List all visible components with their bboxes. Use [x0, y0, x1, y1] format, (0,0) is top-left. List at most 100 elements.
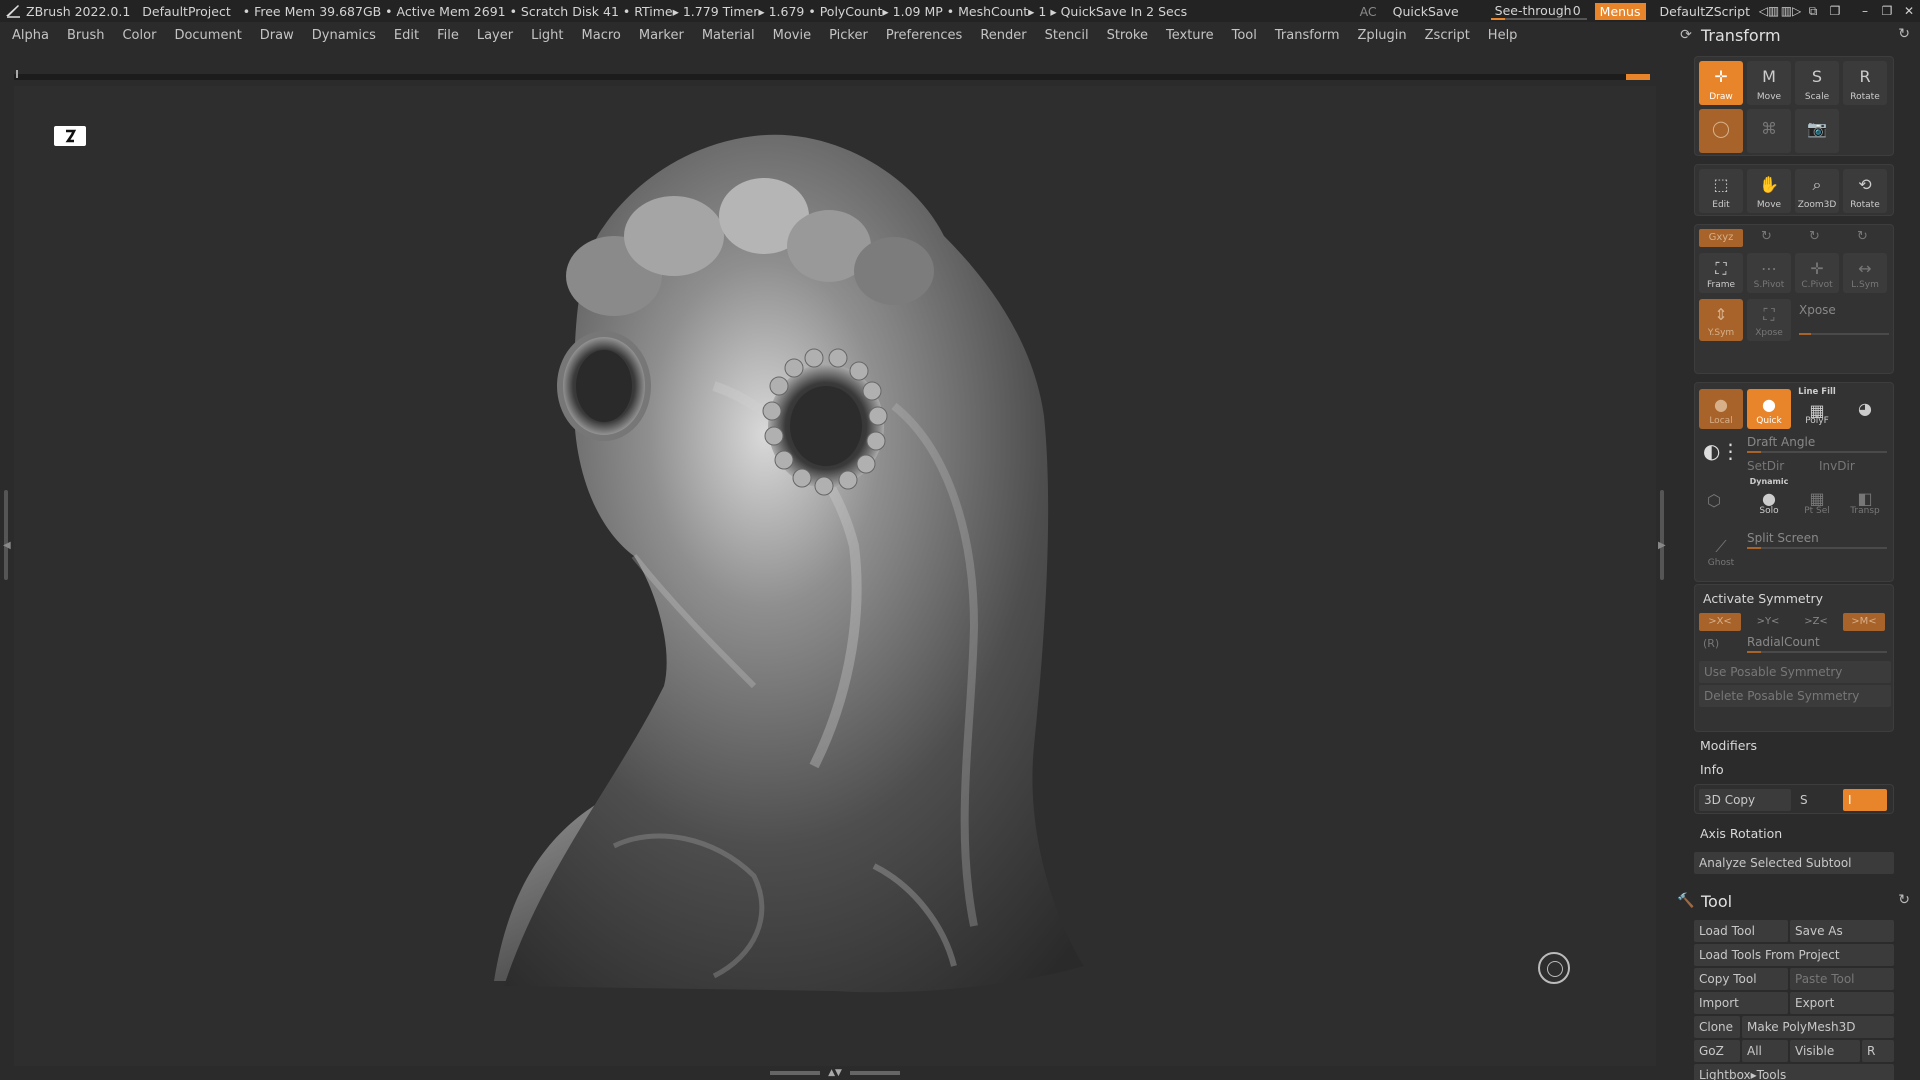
right-tray-handle[interactable]: [1660, 490, 1664, 580]
radial-count-slider[interactable]: RadialCount: [1747, 633, 1887, 655]
timeline-marker[interactable]: [1626, 74, 1650, 80]
cube-icon[interactable]: ⬡: [1707, 491, 1721, 510]
radial-r-button[interactable]: (R): [1703, 637, 1719, 650]
zoom3d-button[interactable]: ⌕ Zoom3D: [1795, 169, 1839, 213]
y-rotation-icon[interactable]: ↻: [1761, 229, 1772, 244]
export-button[interactable]: Export: [1790, 992, 1894, 1014]
symmetry-z-button[interactable]: >Z<: [1795, 613, 1837, 631]
rotate-button[interactable]: R Rotate: [1843, 61, 1887, 105]
symmetry-x-button[interactable]: >X<: [1699, 613, 1741, 631]
menu-color[interactable]: Color: [122, 28, 156, 43]
menu-document[interactable]: Document: [174, 28, 241, 43]
menu-layer[interactable]: Layer: [477, 28, 513, 43]
quicksave-button[interactable]: QuickSave: [1385, 4, 1467, 19]
menu-render[interactable]: Render: [980, 28, 1026, 43]
layout-right-icon[interactable]: ▥▷: [1780, 4, 1802, 18]
cpivot-button[interactable]: ✛ C.Pivot: [1795, 253, 1839, 293]
left-tray-arrow-icon[interactable]: ◀: [3, 540, 11, 551]
close-icon[interactable]: ✕: [1898, 4, 1920, 18]
gizmo-toggle-button[interactable]: ◯: [1699, 109, 1743, 153]
goz-r-button[interactable]: R: [1862, 1040, 1894, 1062]
goz-all-button[interactable]: All: [1742, 1040, 1788, 1062]
split-screen-slider[interactable]: Split Screen: [1747, 529, 1887, 551]
edit-gizmo-button[interactable]: ⌘: [1747, 109, 1791, 153]
menu-movie[interactable]: Movie: [773, 28, 811, 43]
tool-palette-header[interactable]: 🔨 Tool ↻: [1670, 888, 1920, 914]
transform-palette-header[interactable]: ⟳ Transform ↻: [1670, 22, 1920, 48]
quick-button[interactable]: ● Quick: [1747, 389, 1791, 429]
left-tray-handle[interactable]: [4, 490, 8, 580]
minimize-icon[interactable]: –: [1854, 4, 1876, 18]
goz-button[interactable]: GoZ: [1694, 1040, 1740, 1062]
move-button[interactable]: M Move: [1747, 61, 1791, 105]
draft-angle-slider[interactable]: Draft Angle: [1747, 433, 1887, 455]
spivot-button[interactable]: ⋯ S.Pivot: [1747, 253, 1791, 293]
ac-button[interactable]: AC: [1352, 4, 1385, 19]
symmetry-y-button[interactable]: >Y<: [1747, 613, 1789, 631]
edit-button[interactable]: ⬚ Edit: [1699, 169, 1743, 213]
transp-button[interactable]: ◧ Transp: [1843, 481, 1887, 519]
polyf-button[interactable]: Line Fill ▦ PolyF: [1795, 387, 1839, 429]
make-polymesh3d-button[interactable]: Make PolyMesh3D: [1742, 1016, 1894, 1038]
info-subpalette[interactable]: Info: [1694, 758, 1724, 780]
scale-button[interactable]: S Scale: [1795, 61, 1839, 105]
window-stack-icon[interactable]: ⧉: [1802, 4, 1824, 19]
menu-alpha[interactable]: Alpha: [12, 28, 49, 43]
copy3d-button[interactable]: 3D Copy: [1699, 789, 1791, 811]
bottom-tray-handle[interactable]: ▲▼: [770, 1068, 900, 1078]
load-tools-from-project-button[interactable]: Load Tools From Project: [1694, 944, 1894, 966]
menu-help[interactable]: Help: [1488, 28, 1518, 43]
default-zscript[interactable]: DefaultZScript: [1652, 4, 1759, 19]
menu-preferences[interactable]: Preferences: [886, 28, 962, 43]
menu-light[interactable]: Light: [531, 28, 563, 43]
copy3d-i-button[interactable]: I: [1843, 789, 1887, 811]
menu-edit[interactable]: Edit: [394, 28, 419, 43]
menu-marker[interactable]: Marker: [639, 28, 684, 43]
menu-file[interactable]: File: [437, 28, 459, 43]
ptsel-button[interactable]: ▦ Pt Sel: [1795, 481, 1839, 519]
gizmo-icon[interactable]: [1538, 952, 1570, 984]
use-posable-symmetry-button[interactable]: Use Posable Symmetry: [1699, 661, 1891, 683]
menu-texture[interactable]: Texture: [1166, 28, 1214, 43]
nav-rotate-button[interactable]: ⟲ Rotate: [1843, 169, 1887, 213]
z-rotation-icon[interactable]: ↻: [1809, 229, 1820, 244]
menu-picker[interactable]: Picker: [829, 28, 868, 43]
right-tray-arrow-icon[interactable]: ▶: [1658, 540, 1666, 551]
menu-dynamics[interactable]: Dynamics: [312, 28, 376, 43]
menu-stroke[interactable]: Stroke: [1107, 28, 1148, 43]
xpose-button[interactable]: ⛶ Xpose: [1747, 299, 1791, 341]
xpose-slider[interactable]: Xpose: [1799, 301, 1889, 335]
copy-tool-button[interactable]: Copy Tool: [1694, 968, 1788, 990]
project-name[interactable]: DefaultProject: [142, 4, 230, 19]
contrast-toggle-icon[interactable]: ◐⋮: [1703, 439, 1740, 463]
save-as-button[interactable]: Save As: [1790, 920, 1894, 942]
bottom-tray-arrows-icon[interactable]: ▲▼: [828, 1068, 842, 1078]
xyz-rotation-button[interactable]: Gxyz: [1699, 229, 1743, 247]
lightbox-tools-button[interactable]: Lightbox▸Tools: [1694, 1064, 1894, 1080]
menu-transform[interactable]: Transform: [1275, 28, 1340, 43]
menu-brush[interactable]: Brush: [67, 28, 105, 43]
goz-visible-button[interactable]: Visible: [1790, 1040, 1860, 1062]
restore-icon[interactable]: ❐: [1876, 4, 1898, 18]
delete-posable-symmetry-button[interactable]: Delete Posable Symmetry: [1699, 685, 1891, 707]
menu-material[interactable]: Material: [702, 28, 755, 43]
import-button[interactable]: Import: [1694, 992, 1788, 1014]
modifiers-subpalette[interactable]: Modifiers: [1694, 734, 1757, 756]
load-tool-button[interactable]: Load Tool: [1694, 920, 1788, 942]
menus-toggle[interactable]: Menus: [1594, 2, 1646, 20]
symmetry-m-button[interactable]: >M<: [1843, 613, 1885, 631]
material-sphere-button[interactable]: ◕: [1843, 389, 1887, 429]
paste-tool-button[interactable]: Paste Tool: [1790, 968, 1894, 990]
menu-draw[interactable]: Draw: [260, 28, 294, 43]
ysym-button[interactable]: ⇕ Y.Sym: [1699, 299, 1743, 341]
frame-button[interactable]: ⛶ Frame: [1699, 253, 1743, 293]
menu-zscript[interactable]: Zscript: [1425, 28, 1470, 43]
menu-stencil[interactable]: Stencil: [1045, 28, 1089, 43]
lsym-button[interactable]: ↔ L.Sym: [1843, 253, 1887, 293]
local-button[interactable]: ● Local: [1699, 389, 1743, 429]
see-through-slider[interactable]: See-through 0: [1490, 2, 1587, 20]
draw-button[interactable]: ✛ Draw: [1699, 61, 1743, 105]
free-rotation-icon[interactable]: ↻: [1857, 229, 1868, 244]
solo-button[interactable]: Dynamic ● Solo: [1747, 477, 1791, 519]
snapshot-button[interactable]: 📷: [1795, 109, 1839, 153]
